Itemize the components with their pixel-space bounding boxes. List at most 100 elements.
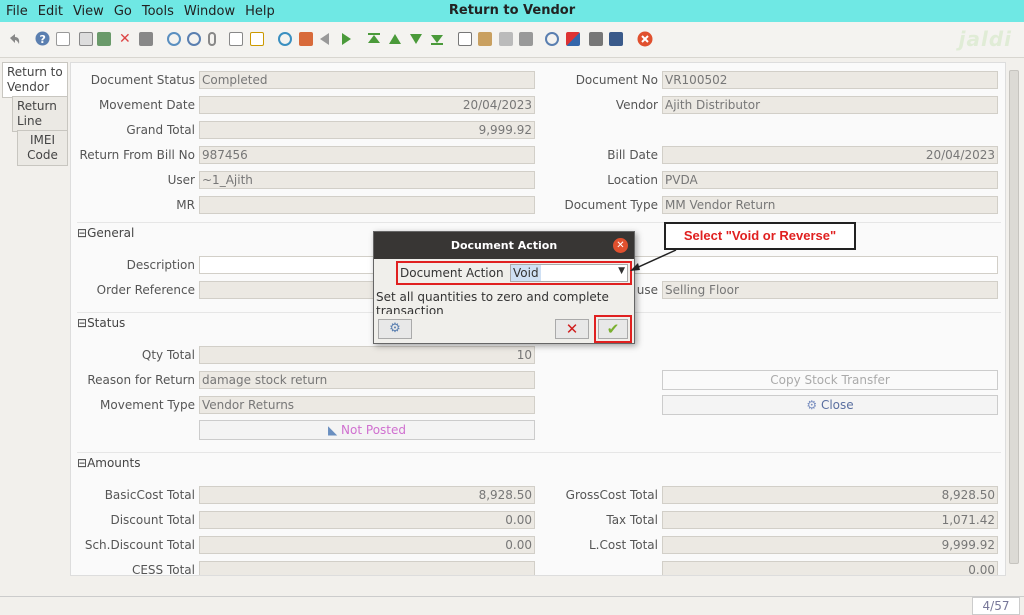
sch-discount-total-label: Sch.Discount Total xyxy=(84,538,195,552)
scrollbar-thumb[interactable] xyxy=(1009,70,1019,564)
svg-text:?: ? xyxy=(40,33,46,46)
dialog-close-icon[interactable]: ✕ xyxy=(613,238,628,253)
document-action-select[interactable]: Void ▼ xyxy=(510,264,628,282)
dialog-cancel-button[interactable]: ✕ xyxy=(555,319,589,339)
menu-edit[interactable]: Edit xyxy=(38,4,63,19)
first-icon[interactable] xyxy=(367,32,381,46)
forward-icon[interactable] xyxy=(339,32,353,46)
return-from-bill-no-label: Return From Bill No xyxy=(79,148,195,162)
mr-field[interactable] xyxy=(199,196,535,214)
undo-icon[interactable] xyxy=(7,32,21,46)
cess-total-field[interactable] xyxy=(199,561,535,575)
menu-file[interactable]: File xyxy=(6,4,28,19)
tax-total-label: Tax Total xyxy=(606,513,658,527)
help-icon[interactable]: ? xyxy=(35,31,50,46)
dialog-ok-button[interactable]: ✔ xyxy=(598,319,628,339)
collapse-icon: ⊟ xyxy=(77,226,88,240)
status-bar: 4/57 xyxy=(0,596,1024,615)
document-status-field[interactable]: Completed xyxy=(199,71,535,89)
toolbar: ? ✕ jaldi xyxy=(0,22,1024,58)
menu-view[interactable]: View xyxy=(73,4,104,19)
cess-total-label: CESS Total xyxy=(131,563,195,576)
chat-icon[interactable] xyxy=(229,32,243,46)
menu-help[interactable]: Help xyxy=(245,4,275,19)
description-label: Description xyxy=(126,258,195,272)
menu-window[interactable]: Window xyxy=(184,4,235,19)
sch-discount-total-field[interactable]: 0.00 xyxy=(199,536,535,554)
vendor-label: Vendor xyxy=(615,98,658,112)
tab-imei-code[interactable]: IMEI Code xyxy=(17,130,68,166)
amounts-section-header[interactable]: ⊟Amounts xyxy=(77,452,1001,472)
movement-date-field[interactable]: 20/04/2023 xyxy=(199,96,535,114)
discount-total-field[interactable]: 0.00 xyxy=(199,511,535,529)
basic-cost-total-field[interactable]: 8,928.50 xyxy=(199,486,535,504)
workflow-icon[interactable] xyxy=(566,32,580,46)
l-cost-total-field[interactable]: 9,999.92 xyxy=(662,536,998,554)
save-icon[interactable] xyxy=(97,32,111,46)
movement-type-field[interactable]: Vendor Returns xyxy=(199,396,535,414)
new-icon[interactable] xyxy=(56,32,70,46)
mr-label: MR xyxy=(176,198,195,212)
close-document-button[interactable]: ⚙ Close xyxy=(662,395,998,415)
chart-icon: ◣ xyxy=(328,423,342,437)
zoom-icon[interactable] xyxy=(545,32,559,46)
request-icon[interactable] xyxy=(609,32,623,46)
collapse-icon: ⊟ xyxy=(77,456,88,470)
gross-cost-total-field[interactable]: 8,928.50 xyxy=(662,486,998,504)
print-icon[interactable] xyxy=(519,32,533,46)
document-action-label: Document Action xyxy=(400,266,504,280)
dialog-title-bar: Document Action ✕ xyxy=(374,232,634,259)
copy-icon[interactable] xyxy=(79,32,93,46)
warehouse-field[interactable]: Selling Floor xyxy=(662,281,998,299)
record-pager: 4/57 xyxy=(972,597,1020,615)
delete-icon[interactable]: ✕ xyxy=(119,32,133,46)
document-type-field[interactable]: MM Vendor Return xyxy=(662,196,998,214)
cess-total-value-field[interactable]: 0.00 xyxy=(662,561,998,575)
menu-go[interactable]: Go xyxy=(114,4,132,19)
amounts-section-title: Amounts xyxy=(87,456,141,470)
qty-total-field[interactable]: 10 xyxy=(199,346,535,364)
history-icon[interactable] xyxy=(250,32,264,46)
grand-total-label: Grand Total xyxy=(126,123,195,137)
tab-return-line[interactable]: Return Line xyxy=(12,96,68,132)
archive-icon[interactable] xyxy=(478,32,492,46)
parent-icon[interactable] xyxy=(299,32,313,46)
dialog-title: Document Action xyxy=(450,239,558,252)
save-all-icon[interactable] xyxy=(139,32,153,46)
close-window-icon[interactable] xyxy=(637,31,653,47)
copy-stock-transfer-button[interactable]: Copy Stock Transfer xyxy=(662,370,998,390)
bill-date-field[interactable]: 20/04/2023 xyxy=(662,146,998,164)
document-action-value: Void xyxy=(511,265,541,281)
checkmark-icon: ✔ xyxy=(606,320,620,338)
vendor-field[interactable]: Ajith Distributor xyxy=(662,96,998,114)
location-label: Location xyxy=(607,173,658,187)
chevron-down-icon[interactable]: ▼ xyxy=(618,266,625,276)
print-preview-icon[interactable] xyxy=(499,32,513,46)
dialog-settings-button[interactable]: ⚙ xyxy=(378,319,412,339)
menu-tools[interactable]: Tools xyxy=(142,4,174,19)
tax-total-field[interactable]: 1,071.42 xyxy=(662,511,998,529)
refresh-icon[interactable] xyxy=(167,32,181,46)
document-type-label: Document Type xyxy=(564,198,658,212)
last-icon[interactable] xyxy=(430,32,444,46)
report-icon[interactable] xyxy=(458,32,472,46)
find-icon[interactable] xyxy=(187,32,201,46)
vertical-scrollbar[interactable] xyxy=(1006,62,1022,576)
product-icon[interactable] xyxy=(589,32,603,46)
grand-total-field[interactable]: 9,999.92 xyxy=(199,121,535,139)
reason-for-return-field[interactable]: damage stock return xyxy=(199,371,535,389)
next-icon[interactable] xyxy=(409,32,423,46)
attachment-icon[interactable] xyxy=(208,32,216,46)
previous-icon[interactable] xyxy=(388,32,402,46)
location-field[interactable]: PVDA xyxy=(662,171,998,189)
movement-type-label: Movement Type xyxy=(100,398,195,412)
jaldi-logo: jaldi xyxy=(958,27,1012,51)
return-from-bill-no-field[interactable]: 987456 xyxy=(199,146,535,164)
tab-return-to-vendor[interactable]: Return to Vendor xyxy=(2,62,68,98)
document-no-field[interactable]: VR100502 xyxy=(662,71,998,89)
close-document-label: Close xyxy=(820,398,854,412)
user-field[interactable]: ~1_Ajith xyxy=(199,171,535,189)
home-icon[interactable] xyxy=(278,32,292,46)
back-icon[interactable] xyxy=(318,32,332,46)
posted-status-button[interactable]: ◣ Not Posted xyxy=(199,420,535,440)
